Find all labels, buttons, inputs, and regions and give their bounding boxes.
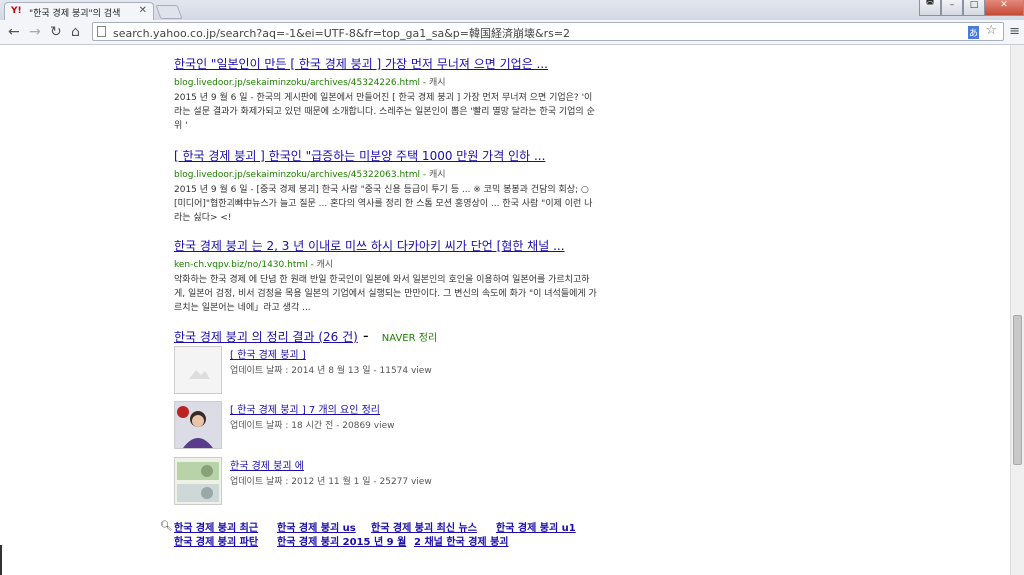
result-url-text[interactable]: ken-ch.vqpv.biz/no/1430.html bbox=[174, 260, 308, 270]
result-url-text[interactable]: blog.livedoor.jp/sekaiminzoku/archives/4… bbox=[174, 170, 420, 180]
related-search-link[interactable]: 한국 경제 붕괴 u1 bbox=[496, 519, 576, 534]
home-icon[interactable]: ⌂ bbox=[71, 24, 80, 40]
banknote-photo-thumbnail[interactable] bbox=[174, 457, 222, 505]
maximize-icon[interactable]: □ bbox=[963, 0, 985, 16]
address-bar[interactable]: search.yahoo.co.jp/search?aq=-1&ei=UTF-8… bbox=[92, 22, 1004, 41]
cache-link[interactable]: 캐시 bbox=[429, 78, 446, 88]
related-search-link[interactable]: 한국 경제 붕괴 최신 뉴스 bbox=[371, 519, 477, 534]
yahoo-favicon-icon: Y! bbox=[11, 6, 22, 16]
search-icon: 🔍︎ bbox=[160, 521, 173, 532]
page-content: 한국인 "일본인이 만든 [ 한국 경제 붕괴 ] 가장 먼저 무너져 으면 기… bbox=[0, 45, 1010, 575]
url-text: search.yahoo.co.jp/search?aq=-1&ei=UTF-8… bbox=[113, 27, 571, 40]
menu-icon[interactable]: ≡ bbox=[1009, 24, 1020, 39]
naver-item-meta: 업데이트 날짜 : 2012 년 11 월 1 일 - 25277 view bbox=[230, 477, 432, 487]
reload-icon[interactable]: ↻ bbox=[50, 24, 62, 40]
vertical-scrollbar[interactable] bbox=[1010, 45, 1024, 575]
page-icon bbox=[97, 26, 106, 37]
forward-arrow-icon[interactable]: → bbox=[29, 24, 41, 40]
placeholder-image-icon[interactable] bbox=[174, 346, 222, 394]
back-arrow-icon[interactable]: ← bbox=[8, 24, 20, 40]
cache-link[interactable]: 캐시 bbox=[317, 260, 334, 270]
window-close-icon[interactable]: ✕ bbox=[984, 0, 1024, 16]
naver-source: NAVER 정리 bbox=[381, 333, 438, 344]
naver-summary-link[interactable]: 한국 경제 붕괴 의 정리 결과 (26 건) bbox=[174, 330, 358, 344]
browser-tab[interactable]: Y! "한국 경제 붕괴"의 검색 ✕ bbox=[4, 2, 154, 20]
window-edge bbox=[0, 545, 2, 575]
bookmark-star-icon[interactable]: ☆ bbox=[985, 23, 997, 38]
result-snippet: 2015 년 9 월 6 일 - 한국의 게시판에 일본에서 만들어진 [ 한국… bbox=[174, 93, 595, 131]
translate-icon[interactable]: あ bbox=[967, 26, 979, 39]
naver-item-link[interactable]: [ 한국 경제 붕괴 ] 7 개의 요인 정리 bbox=[230, 401, 380, 416]
minimize-icon[interactable]: – bbox=[941, 0, 963, 16]
search-result: [ 한국 경제 붕괴 ] 한국인 "급증하는 미분양 주택 1000 만원 가격… bbox=[174, 147, 599, 225]
new-tab-button[interactable] bbox=[155, 5, 183, 19]
result-snippet: 2015 년 9 월 6 일 - [중국 경제 붕괴] 한국 사람 "중국 신용… bbox=[174, 185, 593, 223]
naver-item: [ 한국 경제 붕괴 ] 업데이트 날짜 : 2014 년 8 월 13 일 -… bbox=[174, 346, 594, 394]
result-title-link[interactable]: [ 한국 경제 붕괴 ] 한국인 "급증하는 미분양 주택 1000 만원 가격… bbox=[174, 147, 599, 164]
related-search-link[interactable]: 한국 경제 붕괴 us bbox=[277, 519, 356, 534]
browser-toolbar: ← → ↻ ⌂ search.yahoo.co.jp/search?aq=-1&… bbox=[0, 20, 1024, 45]
naver-item-link[interactable]: [ 한국 경제 붕괴 ] bbox=[230, 346, 306, 361]
related-search-link[interactable]: 한국 경제 붕괴 2015 년 9 월 bbox=[277, 533, 406, 548]
search-result: 한국 경제 붕괴 는 2, 3 년 이내로 미쓰 하시 다카아키 씨가 단언 [… bbox=[174, 237, 599, 315]
naver-item: [ 한국 경제 붕괴 ] 7 개의 요인 정리 업데이트 날짜 : 18 시간 … bbox=[174, 401, 594, 449]
result-title-link[interactable]: 한국인 "일본인이 만든 [ 한국 경제 붕괴 ] 가장 먼저 무너져 으면 기… bbox=[174, 55, 599, 72]
result-url: blog.livedoor.jp/sekaiminzoku/archives/4… bbox=[174, 170, 446, 180]
naver-item-link[interactable]: 한국 경제 붕괴 에 bbox=[230, 457, 304, 472]
tab-close-icon[interactable]: ✕ bbox=[139, 5, 147, 16]
naver-item-meta: 업데이트 날짜 : 2014 년 8 월 13 일 - 11574 view bbox=[230, 366, 432, 376]
user-icon[interactable]: ◚ bbox=[919, 0, 941, 16]
result-url: blog.livedoor.jp/sekaiminzoku/archives/4… bbox=[174, 78, 446, 88]
result-url: ken-ch.vqpv.biz/no/1430.html - 캐시 bbox=[174, 260, 334, 270]
naver-summary-header: 한국 경제 붕괴 의 정리 결과 (26 건) - NAVER 정리 bbox=[174, 326, 438, 345]
tab-bar: Y! "한국 경제 붕괴"의 검색 ✕ ◚ – □ ✕ bbox=[0, 0, 1024, 20]
search-result: 한국인 "일본인이 만든 [ 한국 경제 붕괴 ] 가장 먼저 무너져 으면 기… bbox=[174, 55, 599, 133]
related-search-link[interactable]: 2 채널 한국 경제 붕괴 bbox=[414, 533, 508, 548]
tab-title: "한국 경제 붕괴"의 검색 bbox=[29, 9, 121, 19]
cache-link[interactable]: 캐시 bbox=[429, 170, 446, 180]
related-search-link[interactable]: 한국 경제 붕괴 파탄 bbox=[174, 533, 258, 548]
result-url-text[interactable]: blog.livedoor.jp/sekaiminzoku/archives/4… bbox=[174, 78, 420, 88]
person-photo-thumbnail[interactable] bbox=[174, 401, 222, 449]
result-snippet: 악화하는 한국 경제 에 단념 한 원래 반일 한국인이 일본에 와서 일본인의… bbox=[174, 275, 597, 313]
scrollbar-thumb[interactable] bbox=[1013, 315, 1022, 465]
result-title-link[interactable]: 한국 경제 붕괴 는 2, 3 년 이내로 미쓰 하시 다카아키 씨가 단언 [… bbox=[174, 237, 599, 254]
naver-item-meta: 업데이트 날짜 : 18 시간 전 - 20869 view bbox=[230, 421, 395, 431]
related-search-link[interactable]: 한국 경제 붕괴 최근 bbox=[174, 519, 258, 534]
naver-item: 한국 경제 붕괴 에 업데이트 날짜 : 2012 년 11 월 1 일 - 2… bbox=[174, 457, 594, 505]
